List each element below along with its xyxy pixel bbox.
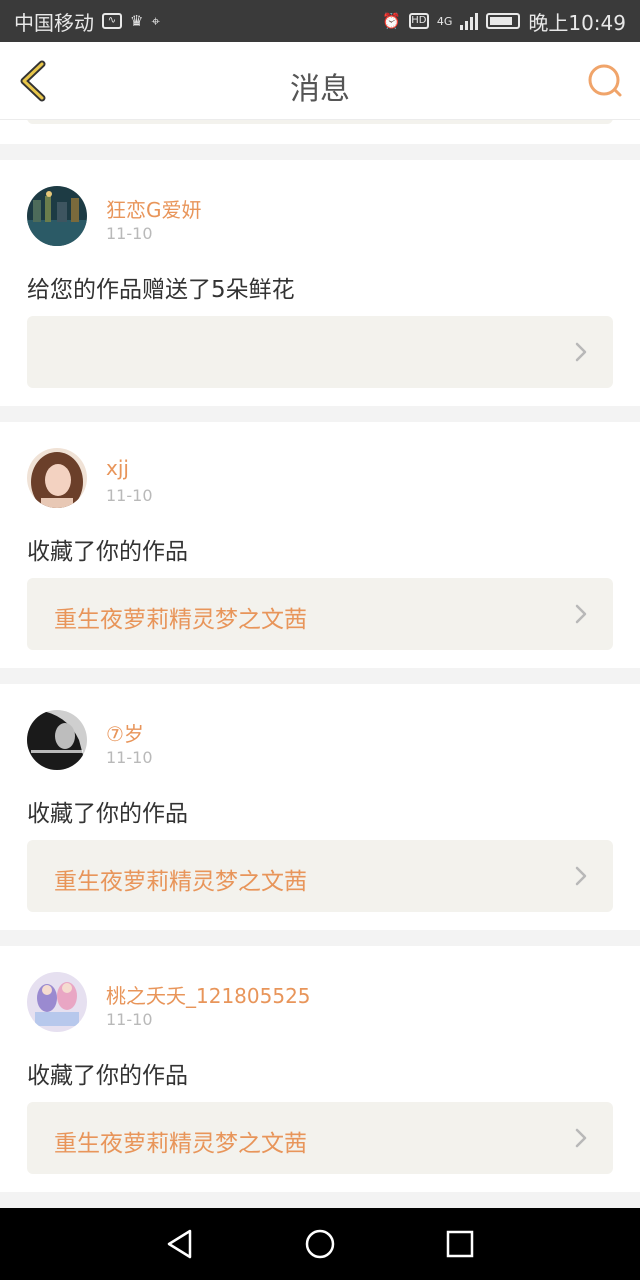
message-card: 桃之夭夭_121805525 11-10 收藏了你的作品 重生夜萝莉精灵梦之文茜 <box>0 946 640 1192</box>
activity-icon: ∿ <box>102 13 122 29</box>
work-link[interactable]: 重生夜萝莉精灵梦之文茜 <box>27 578 613 650</box>
work-title: 重生夜萝莉精灵梦之文茜 <box>54 1131 307 1157</box>
message-card: ⑦岁 11-10 收藏了你的作品 重生夜萝莉精灵梦之文茜 <box>0 684 640 930</box>
app-header: 消息 <box>0 42 640 120</box>
page-title: 消息 <box>290 72 350 107</box>
nav-recents-button[interactable] <box>440 1224 480 1264</box>
nav-back-button[interactable] <box>160 1224 200 1264</box>
system-nav-bar <box>0 1208 640 1280</box>
message-date: 11-10 <box>106 1010 153 1029</box>
message-action: 收藏了你的作品 <box>27 801 188 827</box>
avatar[interactable] <box>27 448 87 508</box>
home-circle-icon <box>305 1229 335 1259</box>
work-link[interactable] <box>27 316 613 388</box>
message-action: 收藏了你的作品 <box>27 539 188 565</box>
avatar[interactable] <box>27 972 87 1032</box>
work-title: 重生夜萝莉精灵梦之文茜 <box>54 607 307 633</box>
chevron-right-icon <box>575 342 587 362</box>
avatar[interactable] <box>27 186 87 246</box>
username[interactable]: 桃之夭夭_121805525 <box>106 980 311 1009</box>
message-card: 狂恋G爱妍 11-10 给您的作品赠送了5朵鲜花 <box>0 160 640 406</box>
message-list[interactable]: 狂恋G爱妍 11-10 给您的作品赠送了5朵鲜花 xjj 11-10 收藏了你的… <box>0 120 640 1208</box>
battery-icon <box>486 13 521 29</box>
message-card: xjj 11-10 收藏了你的作品 重生夜萝莉精灵梦之文茜 <box>0 422 640 668</box>
message-date: 11-10 <box>106 748 153 767</box>
previous-work-box <box>27 120 613 124</box>
hd-icon: HD <box>408 13 429 29</box>
app-badge-icon: ♛ <box>130 12 144 30</box>
username[interactable]: 狂恋G爱妍 <box>106 194 202 223</box>
chevron-right-icon <box>575 1128 587 1148</box>
carrier-name: 中国移动 <box>14 10 94 35</box>
recents-square-icon <box>446 1230 474 1258</box>
back-triangle-icon <box>167 1229 192 1259</box>
work-title: 重生夜萝莉精灵梦之文茜 <box>54 869 307 895</box>
username[interactable]: ⑦岁 <box>106 718 144 747</box>
work-link[interactable]: 重生夜萝莉精灵梦之文茜 <box>27 1102 613 1174</box>
status-bar-left: 中国移动 ∿ ♛ ⌖ <box>14 7 160 36</box>
status-bar-right: ⏰ HD 4G 晚上10:49 <box>382 7 626 36</box>
nav-home-button[interactable] <box>300 1224 340 1264</box>
clock: 晚上10:49 <box>528 10 626 35</box>
avatar[interactable] <box>27 710 87 770</box>
previous-card-fragment <box>0 120 640 144</box>
chevron-right-icon <box>575 866 587 886</box>
network-type: 4G <box>436 14 453 28</box>
chevron-right-icon <box>575 604 587 624</box>
signal-icon <box>460 12 479 30</box>
work-link[interactable]: 重生夜萝莉精灵梦之文茜 <box>27 840 613 912</box>
search-icon[interactable] <box>586 62 624 100</box>
username[interactable]: xjj <box>106 456 129 480</box>
alarm-icon: ⏰ <box>382 12 401 30</box>
status-bar: 中国移动 ∿ ♛ ⌖ ⏰ HD 4G 晚上10:49 <box>0 0 640 42</box>
message-action: 给您的作品赠送了5朵鲜花 <box>27 277 295 303</box>
message-date: 11-10 <box>106 224 153 243</box>
message-date: 11-10 <box>106 486 153 505</box>
location-icon: ⌖ <box>151 12 160 30</box>
message-action: 收藏了你的作品 <box>27 1063 188 1089</box>
